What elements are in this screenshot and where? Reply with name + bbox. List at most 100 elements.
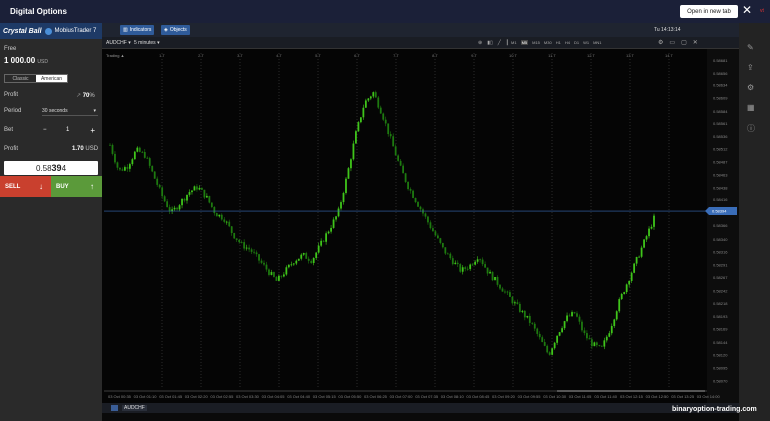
candle [531,322,534,324]
option-type-american[interactable]: American [36,75,67,82]
info-icon[interactable]: ⓘ [747,123,755,134]
bet-plus-button[interactable]: + [90,127,95,135]
time-tick: 03 Oct 12:15 [620,394,644,399]
candle [307,258,310,261]
period-w1[interactable]: W1 [583,40,589,45]
candle [600,345,603,347]
candle [213,207,216,214]
price-chart[interactable]: 1 T 2 T 3 T 4 T 5 T 6 T 7 T 8 T 9 T 10 T 11 T 12 T 1… [102,49,739,403]
sell-button[interactable]: SELL ↓ [0,176,51,197]
settings-icon[interactable]: ⚙ [658,39,663,46]
day-label: 7 T [393,53,399,58]
period-m5[interactable]: M5 [520,40,529,45]
time-tick: 03 Oct 02:20 [185,394,209,399]
candle [469,264,472,269]
indicators-button[interactable]: ▥ Indicators [120,25,155,35]
close-chart-icon[interactable]: ✕ [693,39,698,46]
bet-input[interactable]: 1 [66,127,69,133]
time-tick: 03 Oct 00:35 [108,394,132,399]
candle [148,158,151,166]
candle [583,330,586,334]
candle [153,171,156,179]
candle [513,302,516,304]
period-select[interactable]: 30 seconds ▾ [42,108,98,116]
symbol-select[interactable]: AUDCHF ▾ [106,40,131,46]
candle [290,264,293,266]
candle [633,263,636,273]
upload-icon[interactable]: ⇪ [747,63,754,72]
candle [208,195,211,203]
buy-button[interactable]: BUY ↑ [51,176,102,197]
crosshair-icon[interactable]: ⊕ [478,40,482,46]
candle [399,160,402,166]
candle [615,311,618,320]
bars-icon[interactable]: ┃ [506,40,509,46]
time-tick: 03 Oct 13:25 [671,394,695,399]
candle [345,178,347,194]
period-mn1[interactable]: MN1 [593,40,601,45]
candle [243,242,246,249]
day-label: 4 T [276,53,282,58]
candle [623,292,626,295]
day-label: 14 T [665,53,673,58]
candle [292,263,295,265]
candle [640,247,643,257]
bet-minus-button[interactable]: − [43,127,47,133]
time-tick: 03 Oct 09:20 [492,394,516,399]
candle [268,269,270,275]
candle [608,333,611,337]
candle [436,235,439,239]
profit-amount-label: Profit [4,146,19,152]
candle [538,333,541,338]
candle [392,136,395,147]
chart-tab-audchf[interactable]: AUDCHF [122,405,147,411]
stats-icon[interactable]: ▦ [747,103,755,112]
candle [553,342,556,349]
minimize-icon[interactable]: ▭ [669,39,675,46]
candle [330,227,332,232]
time-tick: 03 Oct 05:50 [338,394,362,399]
time-tick: 03 Oct 08:45 [466,394,490,399]
time-tick: 03 Oct 10:30 [543,394,567,399]
chart-icon: ▥ [123,27,128,33]
window-tools: ⚙ ▭ ▢ ✕ [658,39,698,46]
option-type-classic[interactable]: Classic [5,75,36,82]
chart-tabs: AUDCHF [102,403,739,413]
candle [352,143,355,160]
candle [578,316,581,322]
pencil-icon[interactable]: ✎ [747,43,754,52]
period-h4[interactable]: H4 [565,40,570,45]
price-tick: 0.58416 [713,197,728,202]
period-h1[interactable]: H1 [556,40,561,45]
candle [186,194,188,201]
period-m15[interactable]: M15 [532,40,540,45]
candle [412,190,414,198]
candle [556,335,559,343]
candle [163,196,166,202]
period-d1[interactable]: D1 [574,40,579,45]
candle [322,240,325,242]
candle [563,321,566,329]
timeframe-select[interactable]: 5 minutes ▾ [134,40,160,46]
candle [320,240,323,246]
period-m30[interactable]: M30 [544,40,552,45]
candle [484,264,486,268]
candle [109,144,111,146]
option-type-toggle: Classic American [4,74,68,83]
maximize-icon[interactable]: ▢ [681,39,687,46]
candles-icon[interactable]: ▮▯ [487,40,493,46]
candle [419,206,422,210]
objects-button[interactable]: ◈ Objects [161,25,190,35]
candle [610,326,613,334]
candle [225,221,228,223]
gear-icon[interactable]: ⚙ [747,83,754,92]
grid-icon[interactable] [111,405,118,411]
candle [340,202,342,209]
globe-icon [44,27,52,35]
open-in-new-tab-button[interactable]: Open in new tab [680,5,738,18]
period-m1[interactable]: M1 [511,40,517,45]
candle [317,245,320,253]
trade-panel: Crystal Ball MobiusTrader 7 Free 1 000.0… [0,23,102,421]
line-icon[interactable]: ╱ [498,40,501,46]
close-icon[interactable]: ✕ [742,3,752,17]
